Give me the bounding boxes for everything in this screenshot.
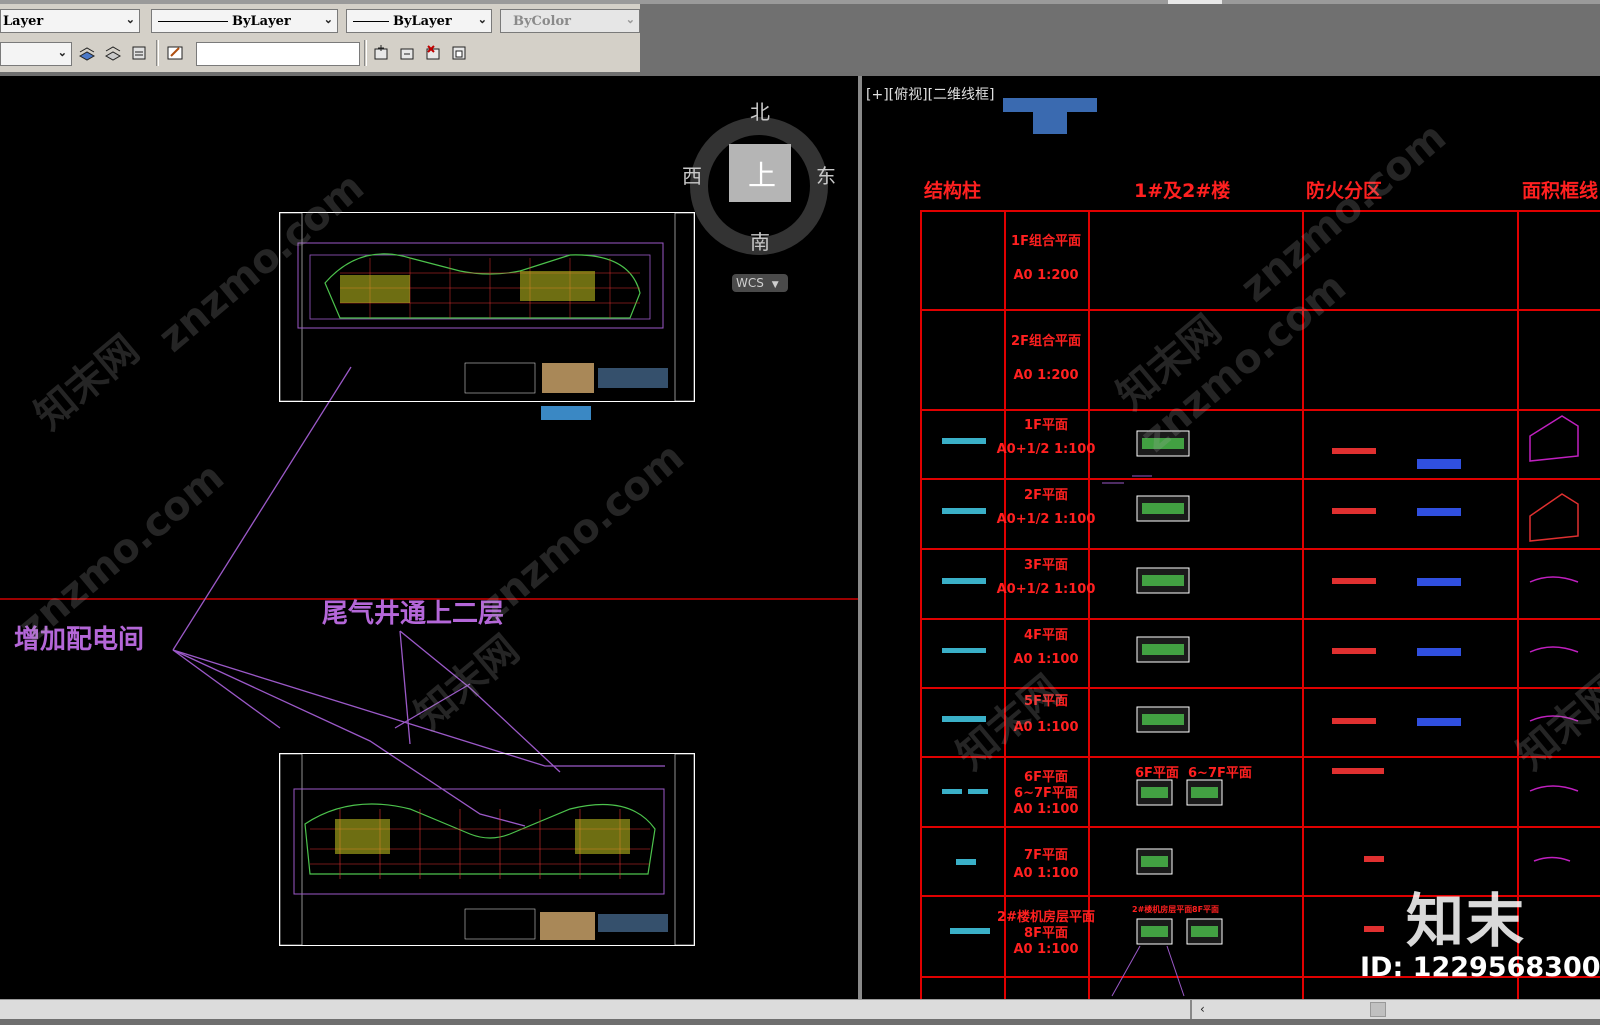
scroll-left-arrow-icon[interactable]: ‹ (1200, 1002, 1214, 1016)
linetype-combo-value: ByLayer (232, 14, 291, 29)
compass-north[interactable]: 北 (750, 96, 770, 125)
wcs-button[interactable]: WCS ▼ (732, 274, 788, 292)
plan-sheet-upper[interactable] (279, 212, 695, 402)
plotstyle-combo[interactable]: ByColor ⌄ (500, 9, 640, 33)
chevron-down-icon: ⌄ (323, 13, 333, 26)
layer-isolate-icon[interactable] (128, 42, 150, 64)
wcs-label: WCS (736, 276, 764, 290)
compass-east[interactable]: 东 (816, 160, 836, 189)
block-delete-icon[interactable] (422, 42, 444, 64)
floor-plan-graphic (280, 754, 694, 945)
linetype-sample (158, 21, 228, 22)
viewcube-top-label: 上 (748, 159, 777, 192)
insert-block-icon[interactable] (370, 42, 392, 64)
table-thumbnails (942, 415, 1579, 997)
top-right-field[interactable] (1168, 0, 1222, 4)
command-input[interactable] (196, 42, 360, 66)
floor-plan-graphic (280, 213, 694, 401)
toolbar-separator (364, 40, 367, 66)
compass-south[interactable]: 南 (750, 226, 770, 255)
lineweight-combo-value: ByLayer (393, 14, 452, 29)
chevron-down-icon: ⌄ (57, 46, 67, 59)
edit-text-icon[interactable] (164, 42, 186, 64)
layer-match-icon[interactable] (102, 42, 124, 64)
lineweight-combo[interactable]: ByLayer ⌄ (346, 9, 492, 33)
left-viewport[interactable]: 上 北 东 南 西 WCS ▼ 增加配电间 尾气井通上二层 znzmo.com … (0, 76, 858, 999)
chevron-down-icon: ⌄ (477, 13, 487, 26)
block-edit-icon[interactable] (396, 42, 418, 64)
linetype-combo[interactable]: ByLayer ⌄ (151, 9, 338, 33)
plotstyle-combo-value: ByColor (513, 14, 572, 29)
plan-sheet-lower[interactable] (279, 753, 695, 946)
small-table-icon (541, 406, 591, 420)
chevron-down-icon: ⌄ (625, 13, 635, 26)
layer-combo[interactable]: Layer ⌄ (0, 9, 140, 33)
right-viewport[interactable]: [+][俯视][二维线框] 结构柱 1#及2#楼 防火分区 面积框线 1F组合平… (862, 76, 1600, 999)
image-id-text: ID: 1229568300 (1360, 952, 1600, 983)
lineweight-sample (353, 21, 389, 22)
status-strip (0, 1019, 1600, 1025)
scroll-divider (1190, 1000, 1192, 1019)
layer-previous-icon[interactable] (76, 42, 98, 64)
scroll-thumb[interactable] (1370, 1002, 1386, 1017)
layer-combo-value: Layer (3, 14, 44, 29)
top-right-strip (640, 4, 1600, 72)
compass-west[interactable]: 西 (682, 160, 702, 189)
chevron-down-icon: ⌄ (125, 13, 135, 26)
chevron-down-icon: ▼ (771, 280, 779, 290)
layer-state-combo[interactable]: ⌄ (0, 42, 72, 66)
toolbar-separator (156, 40, 159, 66)
brand-logo: 知末 (1406, 887, 1527, 955)
horizontal-scrollbar[interactable] (0, 999, 1600, 1019)
block-attribute-icon[interactable] (448, 42, 470, 64)
